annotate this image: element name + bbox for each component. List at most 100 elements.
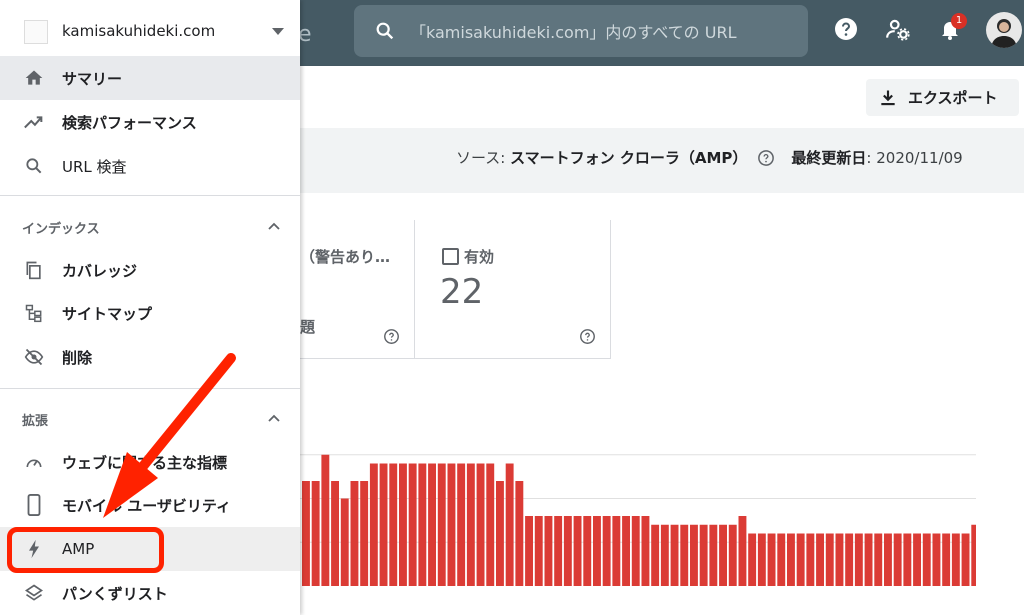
chart-bar: [360, 481, 369, 586]
sidebar-item-removals[interactable]: 削除: [0, 335, 300, 379]
sidebar-item-summary[interactable]: サマリー: [0, 56, 300, 100]
property-name: kamisakuhideki.com: [62, 22, 216, 40]
chart-bar: [573, 516, 582, 586]
chart-bar: [631, 516, 640, 586]
chart-bar: [302, 481, 310, 586]
sidebar-item-core-web-vitals[interactable]: ウェブに関する主な指標: [0, 440, 300, 484]
chart-bar: [971, 524, 976, 586]
chart-bar: [690, 524, 698, 586]
dropdown-icon: [272, 28, 284, 35]
help-icon[interactable]: [832, 14, 860, 44]
sidebar-item-label: サマリー: [62, 69, 123, 88]
chart-bar: [922, 533, 931, 586]
chart-bar: [932, 533, 941, 586]
chart-bar: [622, 516, 630, 586]
chart-bar: [835, 533, 844, 586]
chart-bar: [680, 524, 689, 586]
home-icon: [22, 66, 46, 90]
help-circle-icon[interactable]: [757, 149, 775, 167]
layers-icon: [22, 581, 46, 605]
help-circle-icon[interactable]: [383, 328, 400, 345]
chart-bar: [903, 533, 912, 586]
chart-bar: [845, 533, 854, 586]
chart-bar: [651, 524, 660, 586]
chart-bar: [825, 533, 834, 586]
sidebar-item-label: ウェブに関する主な指標: [62, 453, 228, 472]
chart-bar: [563, 516, 572, 586]
chart-bar: [544, 516, 553, 586]
search-input[interactable]: 「kamisakuhideki.com」内のすべての URL: [410, 19, 737, 43]
help-circle-icon[interactable]: [579, 328, 596, 345]
chart-bar: [525, 516, 533, 586]
sidebar-item-label: 削除: [62, 348, 93, 367]
status-card-valid[interactable]: 有効 22: [414, 220, 611, 359]
amp-bar-chart: [300, 454, 976, 586]
chevron-up-icon[interactable]: [268, 222, 280, 230]
site-favicon: [24, 20, 48, 44]
export-button[interactable]: エクスポート: [866, 79, 1019, 116]
chart-bar: [593, 516, 601, 586]
chart-bar: [884, 533, 892, 586]
avatar[interactable]: [986, 12, 1022, 48]
section-header-index[interactable]: インデックス: [22, 218, 100, 237]
card-label: 有効: [464, 248, 495, 266]
chart-bar: [612, 516, 621, 586]
chart-bar: [670, 524, 679, 586]
sidebar-item-performance[interactable]: 検索パフォーマンス: [0, 100, 300, 144]
chart-bar: [583, 516, 592, 586]
chart-bar: [777, 533, 786, 586]
sidebar-item-mobile-usability[interactable]: モバイル ユーザビリティ: [0, 483, 300, 527]
sidebar-item-url-inspection[interactable]: URL 検査: [0, 144, 300, 188]
chart-bar: [854, 533, 863, 586]
app-title-fragment: e: [298, 22, 312, 47]
card-subtext: 題: [300, 318, 316, 336]
chart-bar: [321, 454, 330, 586]
chart-bar: [719, 524, 727, 586]
chart-bar: [505, 463, 514, 586]
chart-bar: [738, 516, 747, 586]
updated-label: 最終更新日: [791, 149, 867, 167]
chart-bar: [806, 533, 815, 586]
trending-icon: [22, 110, 46, 134]
speed-icon: [22, 450, 46, 474]
chart-bar: [331, 481, 339, 586]
valid-checkbox[interactable]: [442, 248, 459, 265]
chart-bar: [942, 533, 951, 586]
card-value: 22: [440, 272, 484, 312]
sidebar-item-label: URL 検査: [62, 157, 127, 176]
chart-bar: [728, 524, 737, 586]
chart-bar: [437, 463, 446, 586]
chart-bar: [748, 533, 757, 586]
chart-bar: [874, 533, 883, 586]
chart-bar: [447, 463, 456, 586]
chart-bar: [408, 463, 417, 586]
export-label: エクスポート: [908, 89, 998, 107]
chart-bar: [466, 463, 475, 586]
chart-bar: [515, 481, 524, 586]
admin-settings-icon[interactable]: [884, 14, 912, 44]
sidebar-item-label: モバイル ユーザビリティ: [62, 496, 232, 515]
chevron-up-icon[interactable]: [268, 414, 280, 422]
chart-bar: [350, 481, 359, 586]
notification-badge: 1: [951, 13, 967, 29]
eye-off-icon: [22, 345, 46, 369]
phone-icon: [22, 493, 46, 517]
source-value: スマートフォン クローラ（AMP）: [510, 149, 748, 167]
status-card-warning[interactable]: （警告あり… 題: [300, 220, 415, 359]
search-bar[interactable]: 「kamisakuhideki.com」内のすべての URL: [354, 5, 808, 57]
updated-value: 2020/11/09: [876, 148, 963, 167]
chart-bar: [893, 533, 902, 586]
card-label: （警告あり…: [300, 248, 391, 266]
sidebar-item-sitemaps[interactable]: サイトマップ: [0, 291, 300, 335]
chart-bar: [399, 463, 407, 586]
sidebar-item-breadcrumbs[interactable]: パンくずリスト: [0, 571, 300, 615]
sidebar-item-coverage[interactable]: カバレッジ: [0, 248, 300, 292]
chart-bar: [961, 533, 970, 586]
chart-bar: [554, 516, 563, 586]
source-info: ソース: スマートフォン クローラ（AMP） 最終更新日: 2020/11/09: [456, 148, 963, 168]
property-selector[interactable]: kamisakuhideki.com: [0, 0, 300, 64]
section-header-enhancements[interactable]: 拡張: [22, 410, 48, 429]
sidebar-item-label: カバレッジ: [62, 261, 138, 280]
coverage-icon: [22, 258, 46, 282]
chart-bar: [864, 533, 873, 586]
